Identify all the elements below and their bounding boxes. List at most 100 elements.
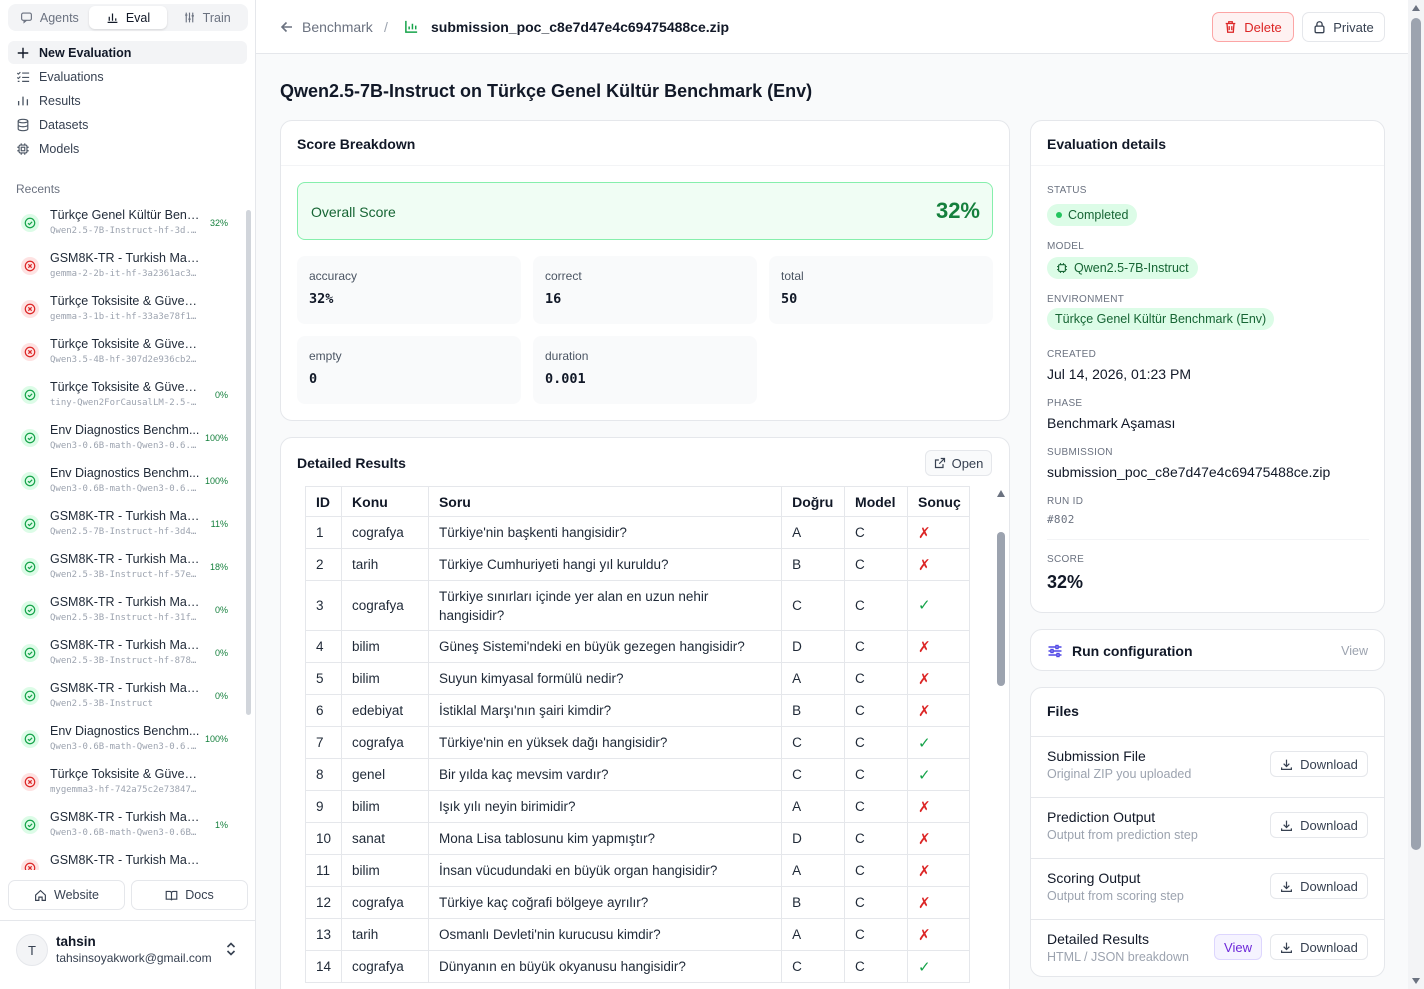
cell-konu: cografya	[341, 580, 429, 631]
metric-correct: correct 16	[533, 256, 757, 324]
recent-subtitle: Qwen3-0.6B-math-Qwen3-0.6B_...	[50, 828, 200, 838]
download-label: Download	[1300, 939, 1358, 955]
recent-subtitle: Qwen3-0.6B-math-Qwen3-0.6...	[50, 742, 200, 752]
nav-models[interactable]: Models	[8, 137, 247, 160]
external-link-icon	[934, 457, 946, 469]
recent-title: GSM8K-TR - Turkish Math Rea...	[50, 853, 200, 867]
website-button[interactable]: Website	[8, 880, 125, 910]
file-row: Prediction Output Output from prediction …	[1031, 797, 1384, 858]
column-header[interactable]: Sonuç	[906, 486, 971, 517]
cell-model: C	[844, 516, 908, 549]
cell-soru: Suyun kimyasal formülü nedir?	[427, 662, 783, 695]
recent-title: GSM8K-TR - Turkish Math ...	[50, 810, 200, 824]
open-label: Open	[951, 455, 984, 471]
recent-item[interactable]: Env Diagnostics Benchm... Qwen3-0.6B-math…	[8, 417, 244, 460]
cell-id: 12	[304, 886, 343, 919]
recent-item[interactable]: Türkçe Toksisite & Güvenlik Sın... Qwen3.…	[8, 331, 244, 374]
cross-icon: ✗	[917, 556, 931, 574]
column-header[interactable]: ID	[304, 486, 343, 517]
docs-button[interactable]: Docs	[131, 880, 248, 910]
cell-sonuc: ✗	[906, 918, 971, 951]
metric-label: correct	[545, 269, 582, 283]
recent-item[interactable]: GSM8K-TR - Turkish Mat... Qwen2.5-3B-Inst…	[8, 546, 244, 589]
run-configuration-view[interactable]: View	[1341, 644, 1368, 658]
cell-konu: cografya	[341, 516, 429, 549]
recent-subtitle: Qwen3.5-4B-hf-307d2e936cb24ab19...	[50, 355, 200, 365]
nav-results[interactable]: Results	[8, 89, 247, 112]
delete-button[interactable]: Delete	[1212, 12, 1294, 42]
open-button[interactable]: Open	[925, 450, 992, 476]
book-icon	[165, 889, 178, 902]
cell-dogru: A	[781, 516, 846, 549]
tab-agents-label: Agents	[39, 10, 79, 25]
recent-subtitle: mygemma3-hf-742a75c2e73847beb61...	[50, 785, 200, 795]
created-label: CREATED	[1047, 349, 1097, 360]
download-button[interactable]: Download	[1270, 873, 1368, 899]
tab-train[interactable]: Train	[167, 6, 246, 29]
chip-icon	[16, 142, 30, 156]
bar-chart-icon	[404, 19, 419, 34]
column-header[interactable]: Soru	[427, 486, 783, 517]
view-button[interactable]: View	[1214, 934, 1262, 960]
column-header[interactable]: Doğru	[781, 486, 846, 517]
x-circle-icon	[21, 257, 39, 275]
nav-label: Results	[39, 93, 81, 108]
cell-dogru: C	[781, 950, 846, 983]
column-header[interactable]: Model	[844, 486, 908, 517]
avatar: T	[16, 934, 48, 966]
recent-subtitle: Qwen2.5-3B-Instruct-hf-31f...	[50, 613, 200, 623]
recent-subtitle: Qwen2.5-3B-Instruct-hf-878...	[50, 656, 200, 666]
download-button[interactable]: Download	[1270, 934, 1368, 960]
run-configuration-card[interactable]: Run configuration View	[1030, 629, 1385, 671]
scroll-down-arrow[interactable]	[1412, 978, 1420, 984]
cell-dogru: C	[781, 580, 846, 631]
file-name: Detailed Results	[1047, 931, 1149, 947]
check-circle-icon	[21, 687, 39, 705]
recent-item[interactable]: Env Diagnostics Benchm... Qwen3-0.6B-math…	[8, 718, 244, 761]
scroll-up-arrow[interactable]	[1412, 5, 1420, 11]
download-button[interactable]: Download	[1270, 751, 1368, 777]
table-row: 2 tarih Türkiye Cumhuriyeti hangi yıl kuru…	[304, 548, 971, 581]
cell-id: 7	[304, 726, 343, 759]
scrollbar-thumb[interactable]	[1411, 18, 1421, 850]
column-header[interactable]: Konu	[341, 486, 429, 517]
nav-label: Evaluations	[39, 69, 104, 84]
overall-score-label: Overall Score	[311, 204, 396, 220]
tab-eval-label: Eval	[125, 10, 151, 25]
cell-konu: bilim	[341, 662, 429, 695]
sliders-icon	[183, 11, 196, 24]
nav-datasets[interactable]: Datasets	[8, 113, 247, 136]
recent-item[interactable]: GSM8K-TR - Turkish Math Rea...	[8, 847, 244, 870]
check-circle-icon	[21, 730, 39, 748]
recent-item[interactable]: GSM8K-TR - Turkish Math... Qwen2.5-3B-Ins…	[8, 675, 244, 718]
recent-item[interactable]: Türkçe Genel Kültür Benc... Qwen2.5-7B-In…	[8, 202, 244, 245]
cell-soru: Dünyanın en büyük okyanusu hangisidir?	[427, 950, 783, 983]
breadcrumb-benchmark[interactable]: Benchmark	[302, 19, 373, 35]
cell-sonuc: ✓	[906, 726, 971, 759]
back-arrow-icon[interactable]	[280, 19, 294, 35]
recent-item[interactable]: GSM8K-TR - Turkish Math ... Qwen3-0.6B-ma…	[8, 804, 244, 847]
recent-item[interactable]: GSM8K-TR - Turkish Mat... Qwen2.5-7B-Inst…	[8, 503, 244, 546]
recent-item[interactable]: GSM8K-TR - Turkish Math... Qwen2.5-3B-Ins…	[8, 632, 244, 675]
table-scroll-up-arrow[interactable]	[997, 490, 1005, 497]
table-scrollbar[interactable]	[997, 532, 1005, 686]
sidebar-scrollbar[interactable]	[246, 210, 251, 715]
tab-agents[interactable]: Agents	[10, 6, 89, 29]
user-menu[interactable]: T tahsin tahsinsoyakwork@gmail.com	[0, 920, 256, 989]
download-button[interactable]: Download	[1270, 812, 1368, 838]
private-button[interactable]: Private	[1302, 12, 1385, 42]
recent-item[interactable]: GSM8K-TR - Turkish Math... Qwen2.5-3B-Ins…	[8, 589, 244, 632]
recent-item[interactable]: Türkçe Toksisite & Güvenlik Sın... gemma-…	[8, 288, 244, 331]
nav-new-evaluation[interactable]: New Evaluation	[8, 41, 247, 64]
chevrons-updown-icon[interactable]	[224, 941, 238, 957]
page-scrollbar[interactable]	[1408, 0, 1424, 989]
nav-evaluations[interactable]: Evaluations	[8, 65, 247, 88]
recent-item[interactable]: Türkçe Toksisite & Güvenli... tiny-Qwen2F…	[8, 374, 244, 417]
recent-item[interactable]: Türkçe Toksisite & Güvenlik Sın... mygemm…	[8, 761, 244, 804]
cell-model: C	[844, 726, 908, 759]
check-icon: ✓	[917, 766, 931, 784]
recent-item[interactable]: Env Diagnostics Benchm... Qwen3-0.6B-math…	[8, 460, 244, 503]
check-icon: ✓	[917, 734, 931, 752]
recent-item[interactable]: GSM8K-TR - Turkish Math Rea... gemma-2-2b…	[8, 245, 244, 288]
tab-eval[interactable]: Eval	[88, 6, 168, 29]
